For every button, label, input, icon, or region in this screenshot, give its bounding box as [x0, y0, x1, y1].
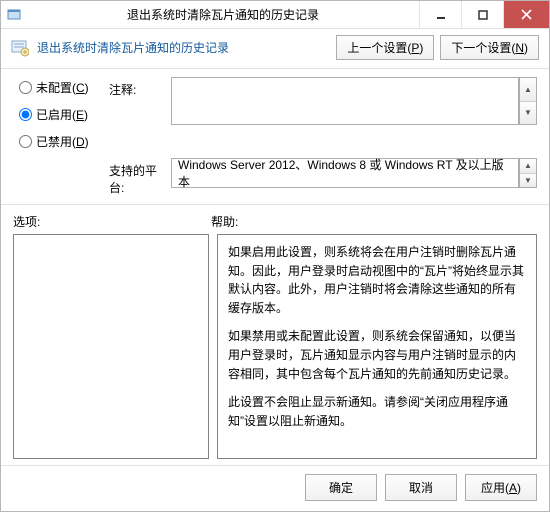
radio-enabled-label: 已启用(E) — [36, 106, 88, 123]
next-setting-button[interactable]: 下一个设置(N) — [440, 35, 539, 60]
help-paragraph: 此设置不会阻止显示新通知。请参阅“关闭应用程序通知”设置以阻止新通知。 — [228, 393, 526, 430]
platform-label: 支持的平台: — [109, 158, 171, 196]
help-label: 帮助: — [211, 213, 537, 230]
maximize-button[interactable] — [461, 1, 503, 28]
help-pane[interactable]: 如果启用此设置，则系统将会在用户注销时删除瓦片通知。因此，用户登录时启动视图中的… — [217, 234, 537, 459]
app-icon — [1, 1, 27, 28]
scroll-up-icon[interactable]: ▲ — [520, 159, 536, 174]
policy-title: 退出系统时清除瓦片通知的历史记录 — [37, 39, 328, 56]
radio-disabled-input[interactable] — [19, 135, 32, 148]
radio-not-configured-label: 未配置(C) — [36, 79, 89, 96]
policy-icon — [11, 39, 29, 57]
help-paragraph: 如果启用此设置，则系统将会在用户注销时删除瓦片通知。因此，用户登录时启动视图中的… — [228, 243, 526, 317]
ok-button[interactable]: 确定 — [305, 474, 377, 501]
previous-setting-button[interactable]: 上一个设置(P) — [336, 35, 434, 60]
state-radiogroup: 未配置(C) 已启用(E) 已禁用(D) — [19, 77, 109, 150]
scroll-down-icon[interactable]: ▼ — [520, 174, 536, 188]
platform-scrollbar[interactable]: ▲ ▼ — [519, 158, 537, 188]
radio-not-configured-input[interactable] — [19, 81, 32, 94]
comment-label: 注释: — [109, 77, 171, 98]
dialog-footer: 确定 取消 应用(A) — [1, 465, 549, 511]
window-title: 退出系统时清除瓦片通知的历史记录 — [27, 1, 419, 28]
options-pane[interactable] — [13, 234, 209, 459]
help-paragraph: 如果禁用或未配置此设置，则系统会保留通知，以便当用户登录时，瓦片通知显示内容与用… — [228, 327, 526, 383]
configuration-section: 未配置(C) 已启用(E) 已禁用(D) 注释: ▲ ▼ 支持的平台: Wind… — [1, 69, 549, 205]
titlebar: 退出系统时清除瓦片通知的历史记录 — [1, 1, 549, 29]
cancel-button[interactable]: 取消 — [385, 474, 457, 501]
comment-textarea[interactable] — [171, 77, 519, 125]
radio-enabled[interactable]: 已启用(E) — [19, 106, 109, 123]
options-label: 选项: — [13, 213, 211, 230]
radio-disabled-label: 已禁用(D) — [36, 133, 89, 150]
window-controls — [419, 1, 549, 28]
apply-button[interactable]: 应用(A) — [465, 474, 537, 501]
comment-scrollbar[interactable]: ▲ ▼ — [519, 77, 537, 125]
platform-textbox: Windows Server 2012、Windows 8 或 Windows … — [171, 158, 519, 188]
radio-disabled[interactable]: 已禁用(D) — [19, 133, 109, 150]
scroll-down-icon[interactable]: ▼ — [520, 102, 536, 125]
scroll-up-icon[interactable]: ▲ — [520, 78, 536, 102]
close-button[interactable] — [503, 1, 549, 28]
policy-header: 退出系统时清除瓦片通知的历史记录 上一个设置(P) 下一个设置(N) — [1, 29, 549, 69]
group-policy-editor-dialog: 退出系统时清除瓦片通知的历史记录 退出系统时清除瓦片通知的历史记录 — [0, 0, 550, 512]
radio-enabled-input[interactable] — [19, 108, 32, 121]
radio-not-configured[interactable]: 未配置(C) — [19, 79, 109, 96]
minimize-button[interactable] — [419, 1, 461, 28]
details-section: 选项: 帮助: 如果启用此设置，则系统将会在用户注销时删除瓦片通知。因此，用户登… — [1, 205, 549, 465]
